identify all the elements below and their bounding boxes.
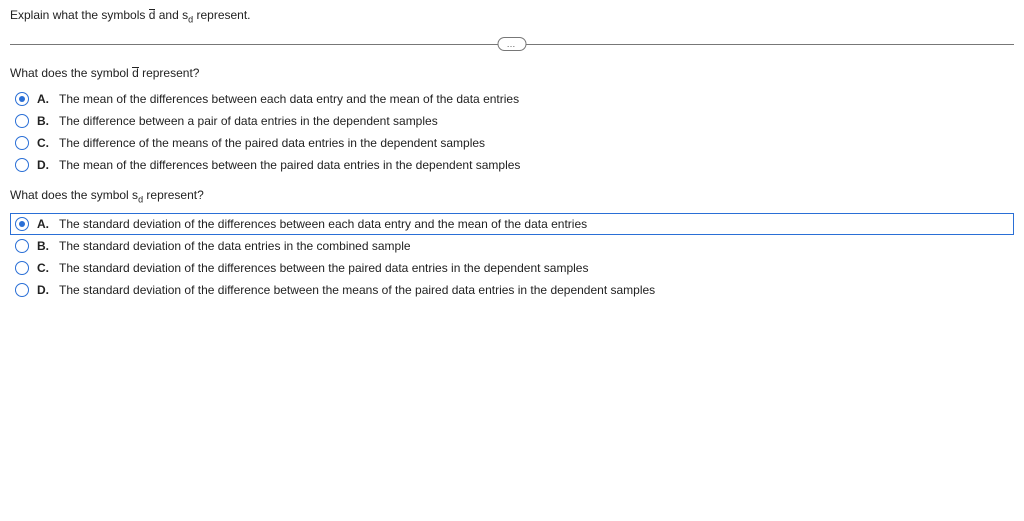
option-letter: A. — [37, 217, 51, 231]
option-letter: B. — [37, 239, 51, 253]
q1-option-b[interactable]: B. The difference between a pair of data … — [10, 110, 1014, 132]
option-text: The mean of the differences between each… — [59, 92, 1009, 106]
option-text: The difference of the means of the paire… — [59, 136, 1009, 150]
q2-option-c[interactable]: C. The standard deviation of the differen… — [10, 257, 1014, 279]
option-text: The standard deviation of the difference… — [59, 217, 1009, 231]
radio-button[interactable] — [15, 158, 29, 172]
q2-before: What does the symbol s — [10, 188, 138, 202]
option-letter: A. — [37, 92, 51, 106]
q1-before: What does the symbol — [10, 66, 132, 80]
prompt-text-3: represent. — [193, 8, 250, 22]
radio-button[interactable] — [15, 261, 29, 275]
radio-button[interactable] — [15, 239, 29, 253]
option-letter: D. — [37, 283, 51, 297]
option-text: The standard deviation of the difference… — [59, 261, 1009, 275]
q1-option-a[interactable]: A. The mean of the differences between ea… — [10, 88, 1014, 110]
option-letter: B. — [37, 114, 51, 128]
symbol-d-bar: d — [149, 8, 156, 22]
prompt-text-1: Explain what the symbols — [10, 8, 149, 22]
option-text: The difference between a pair of data en… — [59, 114, 1009, 128]
question-1-options: A. The mean of the differences between ea… — [10, 88, 1014, 176]
question-1-text: What does the symbol d represent? — [10, 66, 1014, 80]
question-2-options: A. The standard deviation of the differen… — [10, 213, 1014, 301]
question-prompt: Explain what the symbols d and sd repres… — [10, 8, 1014, 24]
radio-button[interactable] — [15, 217, 29, 231]
option-letter: C. — [37, 261, 51, 275]
option-letter: D. — [37, 158, 51, 172]
option-text: The mean of the differences between the … — [59, 158, 1009, 172]
radio-button[interactable] — [15, 114, 29, 128]
section-divider: … — [10, 36, 1014, 52]
q2-option-d[interactable]: D. The standard deviation of the differen… — [10, 279, 1014, 301]
q2-option-b[interactable]: B. The standard deviation of the data ent… — [10, 235, 1014, 257]
q1-option-d[interactable]: D. The mean of the differences between th… — [10, 154, 1014, 176]
q2-after: represent? — [143, 188, 204, 202]
q2-option-a[interactable]: A. The standard deviation of the differen… — [10, 213, 1014, 235]
option-text: The standard deviation of the difference… — [59, 283, 1009, 297]
q1-option-c[interactable]: C. The difference of the means of the pai… — [10, 132, 1014, 154]
prompt-text-2: and s — [155, 8, 188, 22]
radio-button[interactable] — [15, 136, 29, 150]
expand-pill-button[interactable]: … — [498, 37, 527, 51]
radio-button[interactable] — [15, 283, 29, 297]
q1-after: represent? — [139, 66, 200, 80]
question-2-text: What does the symbol sd represent? — [10, 188, 1014, 204]
symbol-d-bar-q1: d — [132, 66, 139, 80]
option-letter: C. — [37, 136, 51, 150]
option-text: The standard deviation of the data entri… — [59, 239, 1009, 253]
radio-button[interactable] — [15, 92, 29, 106]
